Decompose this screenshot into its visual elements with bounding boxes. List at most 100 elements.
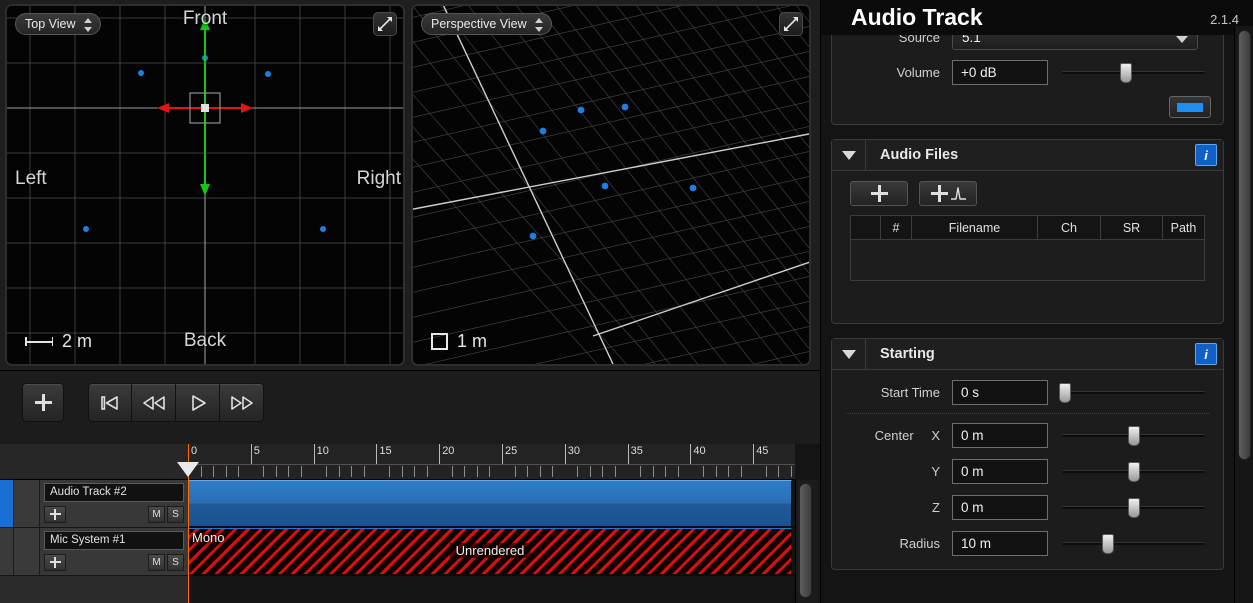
ruler-tick-major (690, 444, 692, 464)
ruler-tick-minor (527, 466, 529, 477)
axis-label-x: X (931, 427, 940, 443)
slider-knob[interactable] (1058, 382, 1071, 403)
inspector-title-bar: Audio Track 2.1.4 (821, 0, 1253, 35)
center-z-field[interactable]: 0 m (952, 494, 1048, 520)
column-header-blank (851, 216, 881, 239)
ruler-tick-minor (790, 466, 792, 477)
playhead[interactable] (177, 444, 199, 603)
clip-lane[interactable]: Mono Unrendered (188, 528, 795, 576)
source-label: Source (898, 35, 940, 45)
ruler-tick-label: 25 (505, 445, 518, 457)
track-solo-button[interactable]: S (167, 553, 184, 571)
start-time-field[interactable]: 0 s (952, 379, 1048, 405)
audio-files-collapse-button[interactable] (832, 139, 866, 171)
top-view-grid (7, 6, 403, 364)
audio-files-table[interactable]: # Filename Ch SR Path (850, 215, 1205, 281)
track-solo-button[interactable]: S (167, 505, 184, 523)
rewind-button[interactable] (132, 383, 176, 422)
unrendered-clip[interactable]: Mono Unrendered (188, 528, 792, 575)
start-time-slider[interactable] (1058, 380, 1205, 405)
audio-files-table-header: # Filename Ch SR Path (851, 216, 1204, 240)
fast-forward-button[interactable] (220, 383, 264, 422)
center-y-field[interactable]: 0 m (952, 458, 1048, 484)
center-y-slider[interactable] (1062, 459, 1205, 484)
center-x-slider[interactable] (1062, 423, 1205, 448)
ruler-tick-minor (552, 466, 554, 477)
ruler-tick-minor (778, 466, 780, 477)
slider-track (1062, 70, 1205, 74)
inspector-vertical-scrollbar[interactable] (1234, 26, 1253, 603)
ruler-tick-minor (577, 466, 579, 477)
viewport-label-back: Back (183, 330, 227, 351)
radius-field[interactable]: 10 m (952, 530, 1048, 556)
ruler-tick-minor (363, 466, 365, 477)
slider-knob[interactable] (1101, 533, 1114, 554)
ruler-tick-minor (326, 466, 328, 477)
add-waveform-file-button[interactable] (919, 181, 977, 206)
playhead-handle[interactable] (177, 462, 199, 477)
track-name-field[interactable]: Audio Track #2 (44, 483, 184, 502)
page-title: Audio Track (851, 4, 983, 30)
center-label: Center (874, 427, 914, 443)
ruler-tick-minor (351, 466, 353, 477)
center-x-field[interactable]: 0 m (952, 422, 1048, 448)
scrollbar-thumb[interactable] (799, 483, 812, 598)
volume-label: Volume (896, 64, 940, 80)
slider-knob[interactable] (1127, 461, 1140, 482)
track-select-strip[interactable] (0, 480, 14, 527)
audio-files-table-body[interactable] (851, 240, 1204, 280)
ruler-tick-minor (514, 466, 516, 477)
track-mute-button[interactable]: M (148, 553, 165, 571)
version-label: 2.1.4 (1210, 12, 1239, 27)
ruler-tick-major (502, 444, 503, 464)
track-name-field[interactable]: Mic System #1 (44, 531, 184, 550)
center-z-slider[interactable] (1062, 495, 1205, 520)
track-add-button[interactable] (44, 553, 66, 571)
ruler-tick-label: 10 (316, 445, 329, 457)
rewind-icon (142, 395, 165, 410)
volume-slider[interactable] (1062, 60, 1205, 85)
viewport-perspective-view[interactable]: Perspective View 1 m (411, 4, 811, 366)
ruler-tick-minor (489, 466, 491, 477)
track-mute-button[interactable]: M (148, 505, 165, 523)
slider-knob[interactable] (1127, 425, 1140, 446)
clip-lane[interactable] (188, 480, 795, 528)
ruler-tick-minor (414, 466, 416, 477)
track-header[interactable]: Mic System #1 M S (0, 528, 188, 576)
add-file-button[interactable] (850, 181, 908, 206)
skip-to-start-button[interactable] (88, 383, 132, 422)
slider-knob[interactable] (1127, 497, 1140, 518)
track-select-strip[interactable] (0, 528, 14, 575)
audio-clip[interactable] (188, 480, 792, 527)
plus-icon (34, 394, 52, 411)
source-dropdown[interactable]: 5.1 (952, 35, 1198, 50)
scrollbar-thumb[interactable] (1238, 30, 1251, 460)
timeline-vertical-scrollbar[interactable] (795, 480, 820, 603)
timeline-ruler[interactable]: 0 5 10 15 20 25 30 35 40 45 (0, 444, 795, 480)
track-number-strip (14, 480, 40, 527)
perspective-view-expand-button[interactable] (779, 12, 803, 36)
track-color-button[interactable] (1169, 96, 1211, 118)
radius-slider[interactable] (1062, 531, 1205, 556)
top-view-selector[interactable]: Top View (15, 13, 101, 35)
play-button[interactable] (176, 383, 220, 422)
clip-area[interactable]: Mono Unrendered (188, 480, 795, 603)
ruler-tick-minor (640, 466, 642, 477)
inspector-scroll-region: Source 5.1 Volume +0 dB Audio Files i # … (821, 35, 1234, 603)
top-view-expand-button[interactable] (373, 12, 397, 36)
info-icon[interactable]: i (1195, 343, 1217, 365)
ruler-tick-label: 40 (693, 445, 706, 457)
perspective-view-selector[interactable]: Perspective View (421, 13, 552, 35)
clip-channel-label: Mono (192, 530, 225, 545)
expand-icon (784, 17, 798, 31)
volume-field[interactable]: +0 dB (952, 59, 1048, 85)
info-icon[interactable]: i (1195, 144, 1217, 166)
add-track-button[interactable] (22, 383, 64, 422)
slider-knob[interactable] (1120, 62, 1133, 83)
track-add-button[interactable] (44, 505, 66, 523)
track-header[interactable]: Audio Track #2 M S (0, 480, 188, 528)
ruler-tick-label: 5 (253, 445, 260, 457)
ruler-tick-minor (288, 466, 290, 477)
starting-collapse-button[interactable] (832, 338, 866, 370)
viewport-top-view[interactable]: Top View Front Back Left Right 2 m (5, 4, 405, 366)
